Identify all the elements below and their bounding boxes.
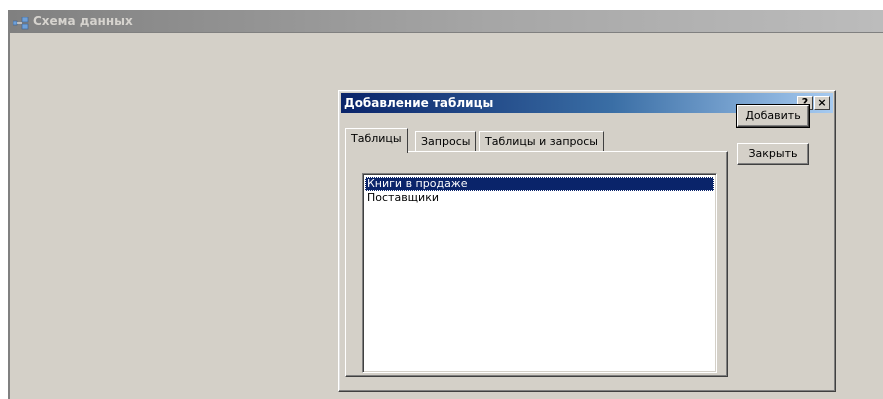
tables-listbox[interactable]: Книги в продаже Поставщики [362, 173, 717, 373]
close-button[interactable]: × [814, 96, 830, 110]
relationships-window-title: Схема данных [33, 14, 133, 28]
add-button[interactable]: Добавить [736, 104, 810, 128]
relationships-icon [12, 15, 29, 30]
dialog-title: Добавление таблицы [344, 96, 494, 110]
relationships-window-titlebar[interactable]: Схема данных [9, 10, 883, 32]
list-item[interactable]: Книги в продаже [365, 177, 714, 191]
close-icon: × [817, 96, 827, 109]
close-dialog-button[interactable]: Закрыть [737, 143, 809, 165]
show-table-dialog: Добавление таблицы ? × Таблицы Запросы Т… [338, 90, 836, 392]
tab-panel-tables: Книги в продаже Поставщики [345, 151, 728, 377]
tab-queries[interactable]: Запросы [415, 131, 477, 151]
tab-tables[interactable]: Таблицы [345, 128, 408, 153]
tab-tables-and-queries[interactable]: Таблицы и запросы [479, 131, 604, 151]
list-item[interactable]: Поставщики [365, 191, 714, 205]
